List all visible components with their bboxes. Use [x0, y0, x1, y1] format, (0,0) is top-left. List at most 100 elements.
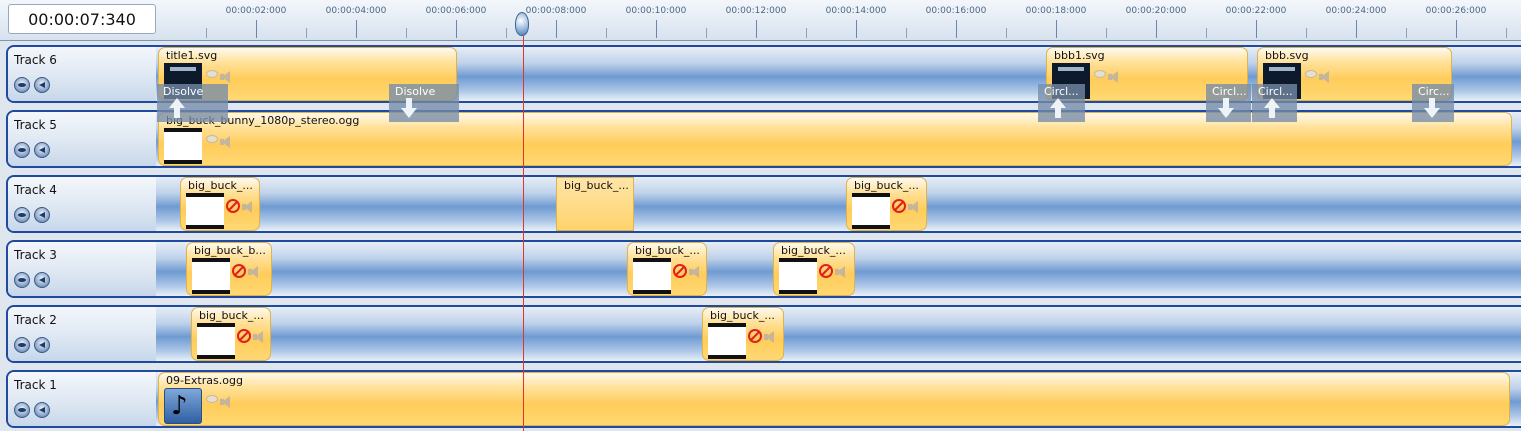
speaker-icon[interactable]	[34, 272, 50, 288]
clip-thumbnail	[779, 258, 817, 294]
speaker-icon[interactable]	[34, 337, 50, 353]
clip-thumbnail	[633, 258, 671, 294]
clip-title: big_buck_...	[710, 309, 775, 322]
clip-big-buck[interactable]: big_buck_...	[702, 307, 784, 361]
audio-icon[interactable]	[253, 331, 263, 343]
eye-icon[interactable]	[14, 337, 30, 353]
clip-thumbnail	[186, 193, 224, 229]
ruler-minor-tick	[1406, 28, 1407, 38]
ruler-tick	[1256, 20, 1257, 38]
transition-circle[interactable]: Circ...	[1412, 84, 1454, 122]
clip-big-buck[interactable]: big_buck_...	[191, 307, 271, 361]
clip-thumbnail	[708, 323, 746, 359]
audio-icon[interactable]	[1319, 71, 1329, 83]
speaker-icon[interactable]	[34, 142, 50, 158]
eye-icon[interactable]	[14, 142, 30, 158]
no-video-icon[interactable]	[237, 329, 251, 343]
speaker-icon[interactable]	[34, 77, 50, 93]
ruler-tick	[656, 20, 657, 38]
ruler-minor-tick	[606, 28, 607, 38]
track-name: Track 4	[14, 183, 57, 197]
speaker-icon[interactable]	[34, 402, 50, 418]
ruler-label: 00:00:24:000	[1325, 6, 1387, 16]
timecode-display: 00:00:07:340	[8, 4, 156, 34]
playhead-handle[interactable]	[515, 12, 529, 36]
ruler-label: 00:00:06:000	[425, 6, 487, 16]
transition-circle[interactable]: Circl...	[1038, 84, 1085, 122]
track-name: Track 5	[14, 118, 57, 132]
clip-big-buck[interactable]: big_buck_...	[773, 242, 855, 296]
no-video-icon[interactable]	[819, 264, 833, 278]
track-name: Track 3	[14, 248, 57, 262]
ruler-tick	[456, 20, 457, 38]
ruler-minor-tick	[1306, 28, 1307, 38]
transition-label: Circl...	[1044, 85, 1079, 98]
ruler-tick	[956, 20, 957, 38]
audio-icon[interactable]	[764, 331, 774, 343]
no-video-icon[interactable]	[892, 199, 906, 213]
track-header: Track 5	[8, 112, 156, 166]
ruler-label: 00:00:04:000	[325, 6, 387, 16]
no-video-icon[interactable]	[673, 264, 687, 278]
track-1[interactable]: Track 1 09-Extras.ogg	[6, 370, 1521, 428]
timeline-ruler[interactable]: 00:00:07:340 00:00:02:000 00:00:04:000 00:…	[0, 0, 1521, 41]
clip-big-buck[interactable]: big_buck_...	[180, 177, 260, 231]
transition-dissolve[interactable]: Disolve	[157, 84, 228, 122]
track-header: Track 1	[8, 372, 156, 426]
clip-big-buck-bunny[interactable]: big_buck_bunny_1080p_stereo.ogg	[158, 112, 1512, 166]
ruler-tick	[856, 20, 857, 38]
track-name: Track 2	[14, 313, 57, 327]
visible-icon[interactable]	[206, 70, 218, 78]
track-4[interactable]: Track 4 big_buck_... big_buck_... big_bu…	[6, 175, 1521, 233]
clip-title: title1.svg	[166, 49, 218, 62]
clip-09-extras[interactable]: 09-Extras.ogg	[158, 372, 1510, 426]
audio-icon[interactable]	[248, 266, 258, 278]
audio-icon[interactable]	[242, 201, 252, 213]
ruler-minor-tick	[206, 28, 207, 38]
transition-circle[interactable]: Circl...	[1206, 84, 1251, 122]
ruler-tick	[1156, 20, 1157, 38]
eye-icon[interactable]	[14, 272, 30, 288]
ruler-label: 00:00:22:000	[1225, 6, 1287, 16]
ruler-tick	[356, 20, 357, 38]
transition-circle[interactable]: Circl...	[1252, 84, 1297, 122]
clip-big-buck[interactable]: big_buck_...	[846, 177, 927, 231]
visible-icon[interactable]	[206, 135, 218, 143]
ruler-tick	[756, 20, 757, 38]
arrow-up-icon	[1046, 98, 1066, 120]
audio-icon[interactable]	[689, 266, 699, 278]
track-2[interactable]: Track 2 big_buck_... big_buck_...	[6, 305, 1521, 363]
no-video-icon[interactable]	[232, 264, 246, 278]
eye-icon[interactable]	[14, 77, 30, 93]
transition-label: Circl...	[1258, 85, 1293, 98]
speaker-icon[interactable]	[34, 207, 50, 223]
ruler-tick	[1356, 20, 1357, 38]
audio-icon[interactable]	[220, 71, 230, 83]
track-3[interactable]: Track 3 big_buck_b... big_buck_... big_b…	[6, 240, 1521, 298]
audio-icon[interactable]	[1108, 71, 1118, 83]
transition-label: Disolve	[163, 85, 204, 98]
no-video-icon[interactable]	[748, 329, 762, 343]
arrow-down-icon	[1214, 98, 1234, 120]
clip-thumbnail	[852, 193, 890, 229]
visible-icon[interactable]	[206, 395, 218, 403]
ruler-minor-tick	[406, 28, 407, 38]
ruler-tick	[1456, 20, 1457, 38]
clip-big-buck[interactable]: big_buck_...	[556, 177, 634, 231]
eye-icon[interactable]	[14, 402, 30, 418]
transition-dissolve[interactable]: Disolve	[389, 84, 459, 122]
visible-icon[interactable]	[1094, 70, 1106, 78]
audio-icon[interactable]	[220, 136, 230, 148]
audio-icon[interactable]	[908, 201, 918, 213]
no-video-icon[interactable]	[226, 199, 240, 213]
eye-icon[interactable]	[14, 207, 30, 223]
visible-icon[interactable]	[1305, 70, 1317, 78]
clip-big-buck[interactable]: big_buck_b...	[186, 242, 272, 296]
audio-icon[interactable]	[220, 396, 230, 408]
ruler-tick	[256, 20, 257, 38]
clip-title: big_buck_...	[781, 244, 846, 257]
audio-icon[interactable]	[835, 266, 845, 278]
clip-big-buck[interactable]: big_buck_...	[627, 242, 707, 296]
clip-thumbnail	[197, 323, 235, 359]
transition-label: Circ...	[1418, 85, 1450, 98]
